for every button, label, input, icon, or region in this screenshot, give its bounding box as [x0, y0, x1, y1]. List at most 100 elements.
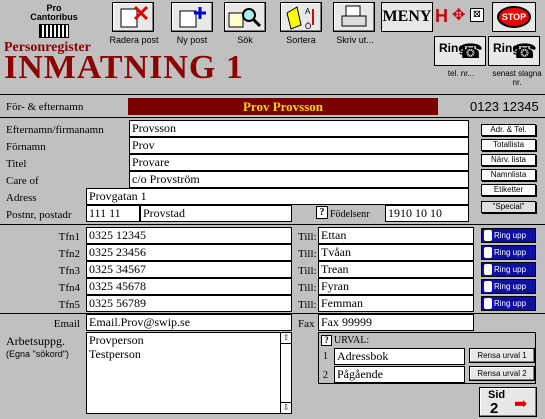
careof-label: Care of	[6, 175, 39, 187]
scrollbar[interactable]: ⇧ ⇩	[280, 333, 291, 413]
etiketter-button[interactable]: Etiketter	[481, 184, 536, 196]
delete-record-button[interactable]	[112, 2, 154, 32]
help-icon[interactable]: H	[435, 6, 449, 26]
careof-field[interactable]: c/o Provström	[129, 171, 469, 188]
postadr-field[interactable]: Provstad	[140, 205, 292, 222]
print-button[interactable]	[333, 2, 375, 32]
till2-label: Till:	[298, 248, 317, 260]
namnlista-button[interactable]: Namnlista	[481, 169, 536, 181]
scroll-down-icon[interactable]: ⇩	[281, 402, 291, 413]
ring-last-caption: senast slagna nr.	[492, 69, 542, 87]
page-title: INMATNING 1	[4, 49, 244, 86]
tfn3-field[interactable]: 0325 34567	[86, 261, 292, 278]
email-label: Email	[53, 318, 80, 330]
fodelse-field[interactable]: 1910 10 10	[385, 205, 469, 222]
divider-top	[0, 94, 545, 95]
svg-text:A: A	[305, 7, 311, 16]
ringup2-button[interactable]: Ring upp	[481, 245, 536, 260]
sort-icon: AÖ	[286, 6, 314, 31]
menu-button[interactable]: MENY	[381, 2, 433, 32]
till3-field[interactable]: Trean	[318, 261, 474, 278]
phone-icon	[484, 264, 492, 275]
titel-label: Titel	[6, 158, 27, 170]
fodelse-label: Födelsenr	[330, 209, 370, 220]
ringup3-button[interactable]: Ring upp	[481, 262, 536, 277]
efternamn-label: Efternamn/firmanamn	[6, 124, 104, 136]
urval-help-icon[interactable]: ?	[321, 335, 332, 346]
adress-field[interactable]: Provgatan 1	[86, 188, 469, 205]
phone-icon	[484, 247, 492, 258]
phone-icon	[484, 281, 492, 292]
arbetsupp-line1: Provperson	[89, 333, 144, 347]
postnr-field[interactable]: 111 11	[86, 205, 140, 222]
fullname-bar: Prov Provsson	[128, 98, 438, 115]
phone-icon	[484, 230, 492, 241]
ringup4-button[interactable]: Ring upp	[481, 279, 536, 294]
delete-icon	[120, 5, 149, 28]
ringup1-button[interactable]: Ring upp	[481, 228, 536, 243]
fax-label: Fax	[298, 318, 315, 330]
logo-line2: Cantoribus	[30, 12, 78, 22]
tfn5-field[interactable]: 0325 56789	[86, 295, 292, 312]
ring-button-last[interactable]: Ring ☎	[488, 36, 540, 66]
new-record-button[interactable]	[171, 2, 213, 32]
efternamn-field[interactable]: Provsson	[129, 120, 469, 137]
phone-icon: ☎	[512, 41, 537, 63]
rensa-urval2-button[interactable]: Rensa urval 2	[469, 366, 535, 381]
tfn1-label: Tfn1	[58, 231, 80, 243]
svg-text:Ö: Ö	[305, 22, 311, 31]
titel-field[interactable]: Provare	[129, 154, 469, 171]
divider-3	[0, 224, 545, 225]
narvaro-button[interactable]: Närv. lista	[481, 154, 536, 166]
till4-field[interactable]: Fyran	[318, 278, 474, 295]
scroll-up-icon[interactable]: ⇧	[281, 333, 291, 344]
tfn3-label: Tfn3	[58, 265, 80, 277]
till2-field[interactable]: Tvåan	[318, 244, 474, 261]
ringup2-label: Ring upp	[494, 248, 527, 257]
sort-button[interactable]: AÖ	[280, 2, 322, 32]
tfn4-field[interactable]: 0325 45678	[86, 278, 292, 295]
fax-field[interactable]: Fax 99999	[318, 314, 474, 331]
delete-record-label: Radera post	[109, 35, 159, 45]
till1-field[interactable]: Ettan	[318, 227, 474, 244]
ringup4-label: Ring upp	[494, 282, 527, 291]
ring-tel-caption: tel. nr...	[447, 69, 475, 78]
adress-label: Adress	[6, 192, 37, 204]
email-field[interactable]: Email.Prov@swip.se	[86, 314, 292, 331]
urval2-field[interactable]: Pågående	[334, 366, 465, 383]
tfn2-label: Tfn2	[58, 248, 80, 260]
fullname-label: För- & efternamn	[6, 101, 84, 113]
next-page-button[interactable]: Sid 2 ➡	[479, 387, 537, 417]
tfn2-field[interactable]: 0325 23456	[86, 244, 292, 261]
urval1-field[interactable]: Adressbok	[334, 348, 465, 365]
arbetsupp-label: Arbetsuppg.	[6, 334, 65, 348]
till5-field[interactable]: Femman	[318, 295, 474, 312]
adr-tel-button[interactable]: Adr. & Tel.	[481, 124, 536, 136]
postnr-label: Postnr, postadr	[6, 209, 72, 221]
tfn1-field[interactable]: 0325 12345	[86, 227, 292, 244]
ringup5-button[interactable]: Ring upp	[481, 296, 536, 311]
new-icon	[179, 7, 206, 28]
stop-button[interactable]: STOP	[492, 2, 536, 32]
close-box-icon[interactable]: ⊠	[470, 8, 484, 22]
piano-icon	[39, 24, 69, 38]
totallista-button[interactable]: Totallista	[481, 139, 536, 151]
help-question-icon[interactable]: ?	[316, 206, 328, 219]
urval1-num: 1	[323, 351, 328, 362]
rensa-urval1-button[interactable]: Rensa urval 1	[469, 348, 535, 363]
tfn4-label: Tfn4	[58, 282, 80, 294]
phone-icon	[484, 298, 492, 309]
stop-icon: STOP	[497, 6, 531, 28]
ring-button-tel[interactable]: Ring ☎	[434, 36, 486, 66]
arbetsupp-textarea[interactable]: Provperson Testperson ⇧ ⇩	[86, 332, 292, 414]
sid-number: 2	[490, 400, 499, 417]
special-button[interactable]: "Special"	[481, 201, 536, 213]
divider-2	[0, 117, 545, 118]
till4-label: Till:	[298, 282, 317, 294]
arbetsupp-line2: Testperson	[89, 347, 141, 361]
logo: Pro Cantoribus	[28, 4, 80, 42]
move-icon[interactable]: ✥	[452, 6, 468, 26]
search-button[interactable]	[224, 2, 266, 32]
arrow-right-icon: ➡	[514, 396, 528, 413]
fornamn-field[interactable]: Prov	[129, 137, 469, 154]
